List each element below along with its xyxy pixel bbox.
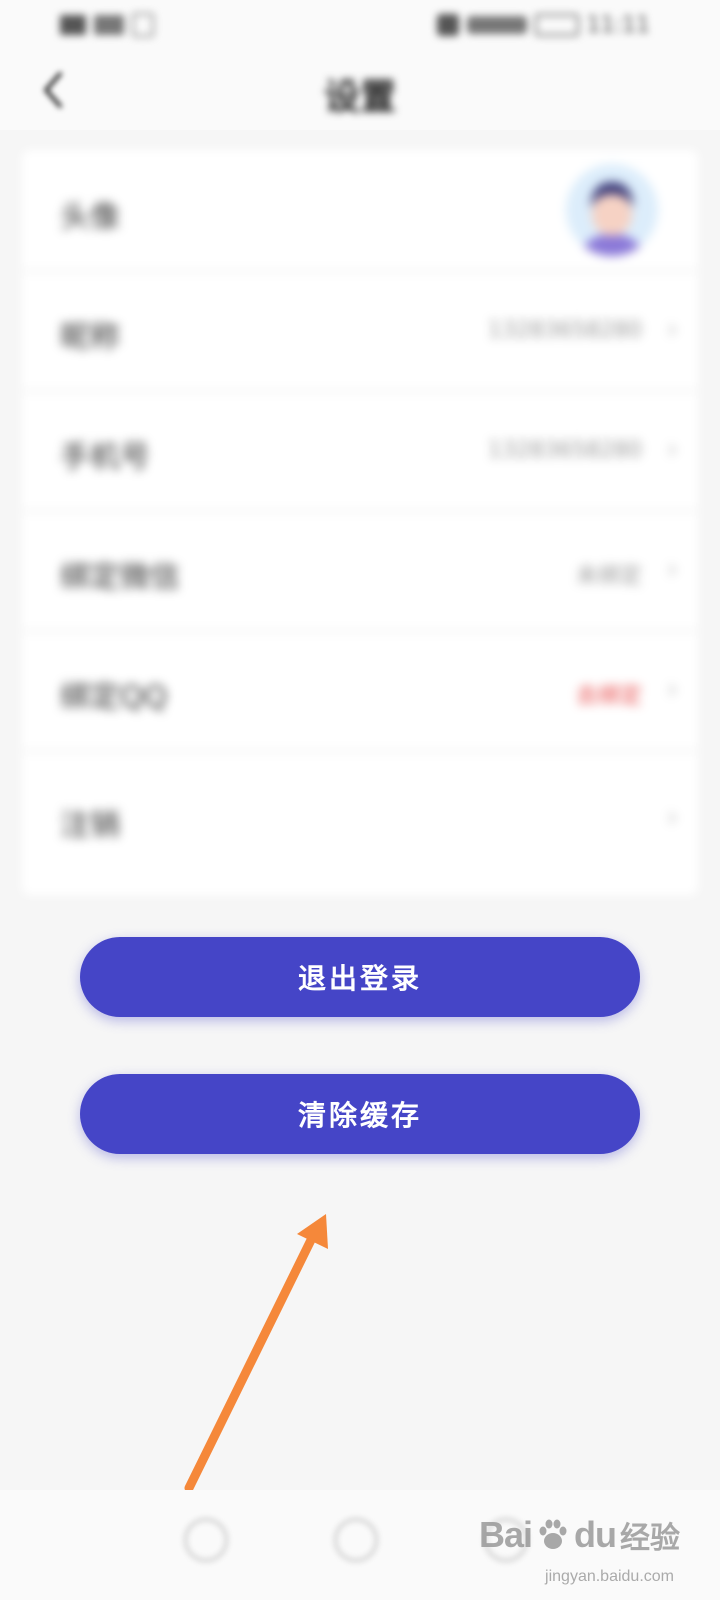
watermark-brand-suffix: du <box>574 1514 617 1555</box>
avatar[interactable] <box>566 164 658 256</box>
watermark-jingyan: 经验 <box>620 1521 680 1556</box>
battery-icon <box>534 14 579 36</box>
nickname-value: 13283658280 <box>488 318 642 343</box>
avatar-image <box>566 164 658 256</box>
paw-icon <box>539 1519 567 1549</box>
signal-icon <box>60 15 86 35</box>
watermark-url: jingyan.baidu.com <box>545 1568 674 1585</box>
network-icon <box>94 15 124 35</box>
settings-row-deregister[interactable]: 注销 › <box>22 750 698 870</box>
settings-row-nickname[interactable]: 昵称 13283658280 › <box>22 270 698 392</box>
logout-button[interactable]: 退出登录 <box>80 937 640 1017</box>
settings-row-qq[interactable]: 绑定QQ 去绑定 › <box>22 630 698 752</box>
settings-row-label: 绑定QQ <box>60 680 168 715</box>
discover-tab-icon[interactable] <box>334 1518 378 1562</box>
settings-row-label: 昵称 <box>60 320 120 355</box>
status-right-icons: 11:11 <box>436 10 650 40</box>
baidu-watermark: Bai du 经验 <box>479 1500 680 1570</box>
settings-row-label: 手机号 <box>60 440 150 475</box>
clear-cache-button[interactable]: 清除缓存 <box>80 1074 640 1154</box>
chevron-right-icon: › <box>666 432 678 465</box>
settings-row-label: 注销 <box>60 808 120 843</box>
settings-row-wechat[interactable]: 绑定微信 未绑定 › <box>22 510 698 632</box>
watermark-brand: Bai <box>478 1514 533 1555</box>
chevron-right-icon: › <box>666 672 678 705</box>
settings-card: 头像 昵称 13283658280 › 手机号 13283658280 › 绑定… <box>22 150 698 895</box>
chevron-right-icon: › <box>666 552 678 585</box>
status-left-icons <box>60 10 154 40</box>
nav-bar: 设置 <box>0 50 720 130</box>
settings-row-label: 头像 <box>60 200 120 235</box>
page-title: 设置 <box>323 77 396 118</box>
chevron-right-icon: › <box>666 312 678 345</box>
settings-row-avatar[interactable]: 头像 <box>22 150 698 272</box>
status-time: 11:11 <box>586 12 650 38</box>
settings-row-label: 绑定微信 <box>60 560 180 595</box>
notification-icon <box>132 13 154 37</box>
status-bar: 11:11 <box>0 0 720 50</box>
settings-row-phone[interactable]: 手机号 13283658280 › <box>22 390 698 512</box>
qq-status: 去绑定 <box>575 684 642 709</box>
wechat-status: 未绑定 <box>575 564 642 589</box>
wifi-icon <box>466 16 527 34</box>
chevron-right-icon: › <box>666 800 678 833</box>
alarm-icon <box>436 14 459 36</box>
home-tab-icon[interactable] <box>184 1518 228 1562</box>
phone-value: 13283658280 <box>488 438 642 463</box>
